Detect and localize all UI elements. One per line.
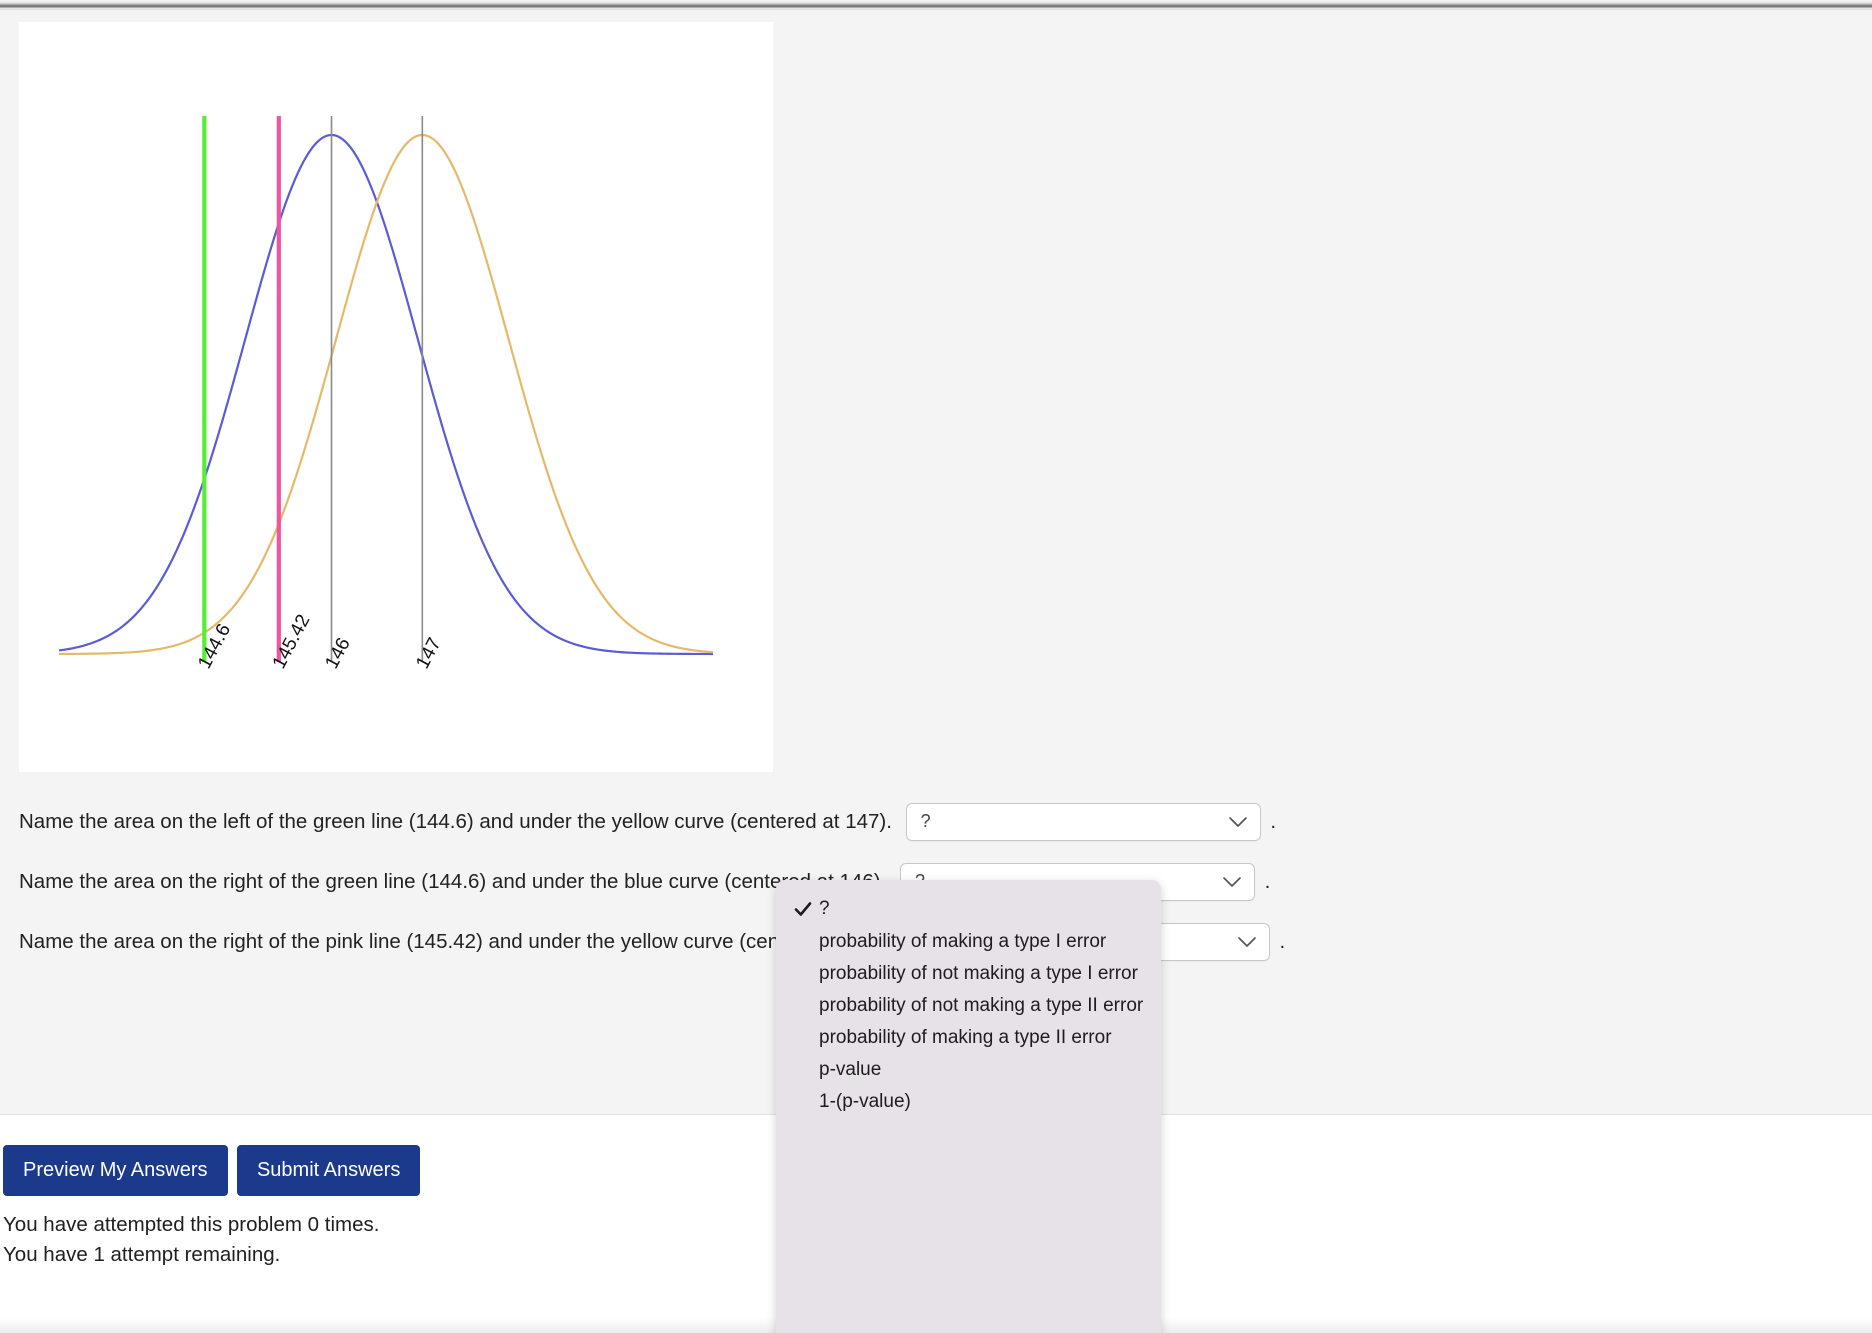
question-row-1: Name the area on the left of the green l… [19,803,1276,841]
curve-yellow [58,133,714,656]
dropdown-option-label: probability of making a type I error [819,931,1107,952]
dropdown-option-0[interactable]: ? [776,892,1161,926]
question-2-period: . [1264,869,1271,893]
graph-svg: 144.6 145.42 146 147 [58,116,714,672]
dropdown-option-2[interactable]: probability of not making a type I error [776,958,1161,990]
question-3-text: Name the area on the right of the pink l… [19,929,902,953]
submit-answers-button[interactable]: Submit Answers [236,1145,421,1196]
dropdown-option-label: 1-(p-value) [819,1091,911,1112]
attempts-remaining-text: You have 1 attempt remaining. [3,1242,281,1266]
preview-my-answers-button[interactable]: Preview My Answers [3,1145,228,1196]
answer-dropdown-menu[interactable]: ? probability of making a type I error pro… [776,880,1161,1333]
dropdown-option-label: probability of not making a type I error [819,963,1138,984]
dropdown-option-label: probability of making a type II error [819,1027,1112,1048]
vline-label-147: 147 [412,634,445,672]
attempts-made-text: You have attempted this problem 0 times. [3,1213,380,1236]
attempt-status: You have attempted this problem 0 times.… [3,1210,379,1270]
vline-label-144.6: 144.6 [194,621,235,673]
checkmark-icon [794,902,812,916]
vline-label-146: 146 [321,634,354,672]
dropdown-option-label: p-value [819,1059,882,1080]
dropdown-option-6[interactable]: 1-(p-value) [776,1086,1161,1118]
answer-select-1-value: ? [920,811,931,832]
dropdown-option-label: ? [819,898,830,919]
dropdown-option-3[interactable]: probability of not making a type II erro… [776,990,1161,1022]
question-2-text: Name the area on the right of the green … [19,869,887,893]
dropdown-option-4[interactable]: probability of making a type II error [776,1022,1161,1054]
vertical-marker-lines [202,116,424,662]
vertical-line-labels: 144.6 145.42 146 147 [194,611,445,672]
vline-label-145.42: 145.42 [269,611,315,672]
dropdown-option-list: ? probability of making a type I error pro… [776,892,1161,1118]
page-root: 144.6 145.42 146 147 Name the area on the l… [0,0,1872,1333]
answer-select-1[interactable]: ? [905,803,1261,841]
chevron-down-icon [1223,877,1241,887]
question-3-period: . [1279,929,1286,953]
question-1-period: . [1270,809,1277,833]
question-1-text: Name the area on the left of the green l… [19,809,892,833]
dropdown-option-5[interactable]: p-value [776,1054,1161,1086]
dropdown-option-1[interactable]: probability of making a type I error [776,926,1161,958]
distribution-graph: 144.6 145.42 146 147 [19,22,773,772]
chevron-down-icon [1228,817,1247,827]
action-buttons: Preview My Answers Submit Answers [0,1145,425,1196]
dropdown-option-label: probability of not making a type II erro… [819,995,1144,1016]
curve-blue [58,133,713,656]
chevron-down-icon [1237,937,1256,947]
